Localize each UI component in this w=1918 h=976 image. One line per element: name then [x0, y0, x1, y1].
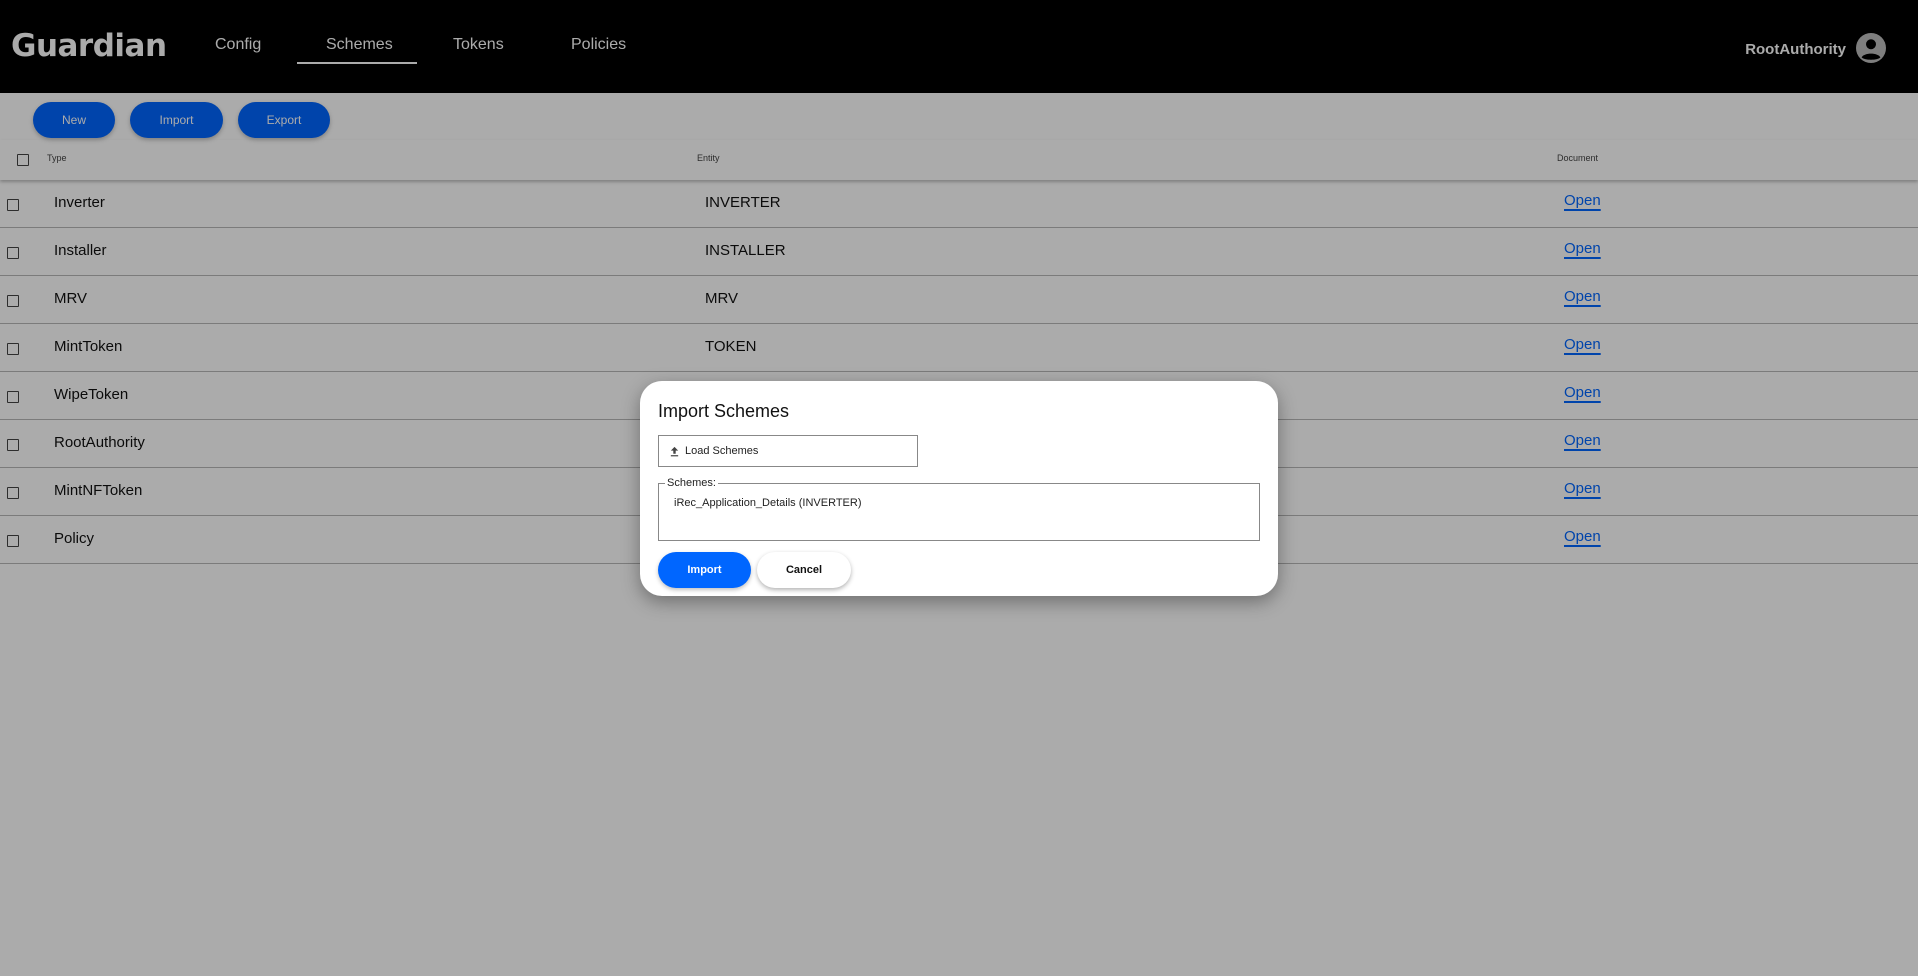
schemes-legend: Schemes: [665, 477, 718, 489]
dialog-import-button[interactable]: Import [658, 552, 751, 588]
dialog-title: Import Schemes [658, 401, 790, 421]
upload-icon [670, 446, 679, 456]
import-schemes-dialog: Import Schemes Load Schemes Schemes: iRe… [640, 381, 1278, 596]
schemes-list: Schemes: iRec_Application_Details (INVER… [658, 477, 1260, 541]
scheme-item: iRec_Application_Details (INVERTER) [674, 497, 862, 509]
load-schemes-label: Load Schemes [685, 445, 759, 457]
load-schemes-button[interactable]: Load Schemes [658, 435, 918, 467]
dialog-cancel-button[interactable]: Cancel [757, 552, 851, 588]
